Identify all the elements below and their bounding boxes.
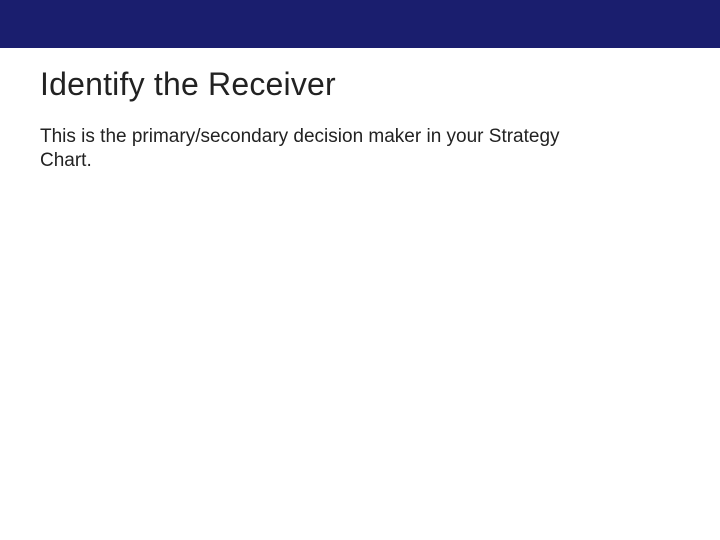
- header-band: [0, 0, 720, 48]
- slide-content: Identify the Receiver This is the primar…: [0, 48, 720, 173]
- slide-title: Identify the Receiver: [40, 66, 680, 103]
- slide-body-text: This is the primary/secondary decision m…: [40, 125, 600, 173]
